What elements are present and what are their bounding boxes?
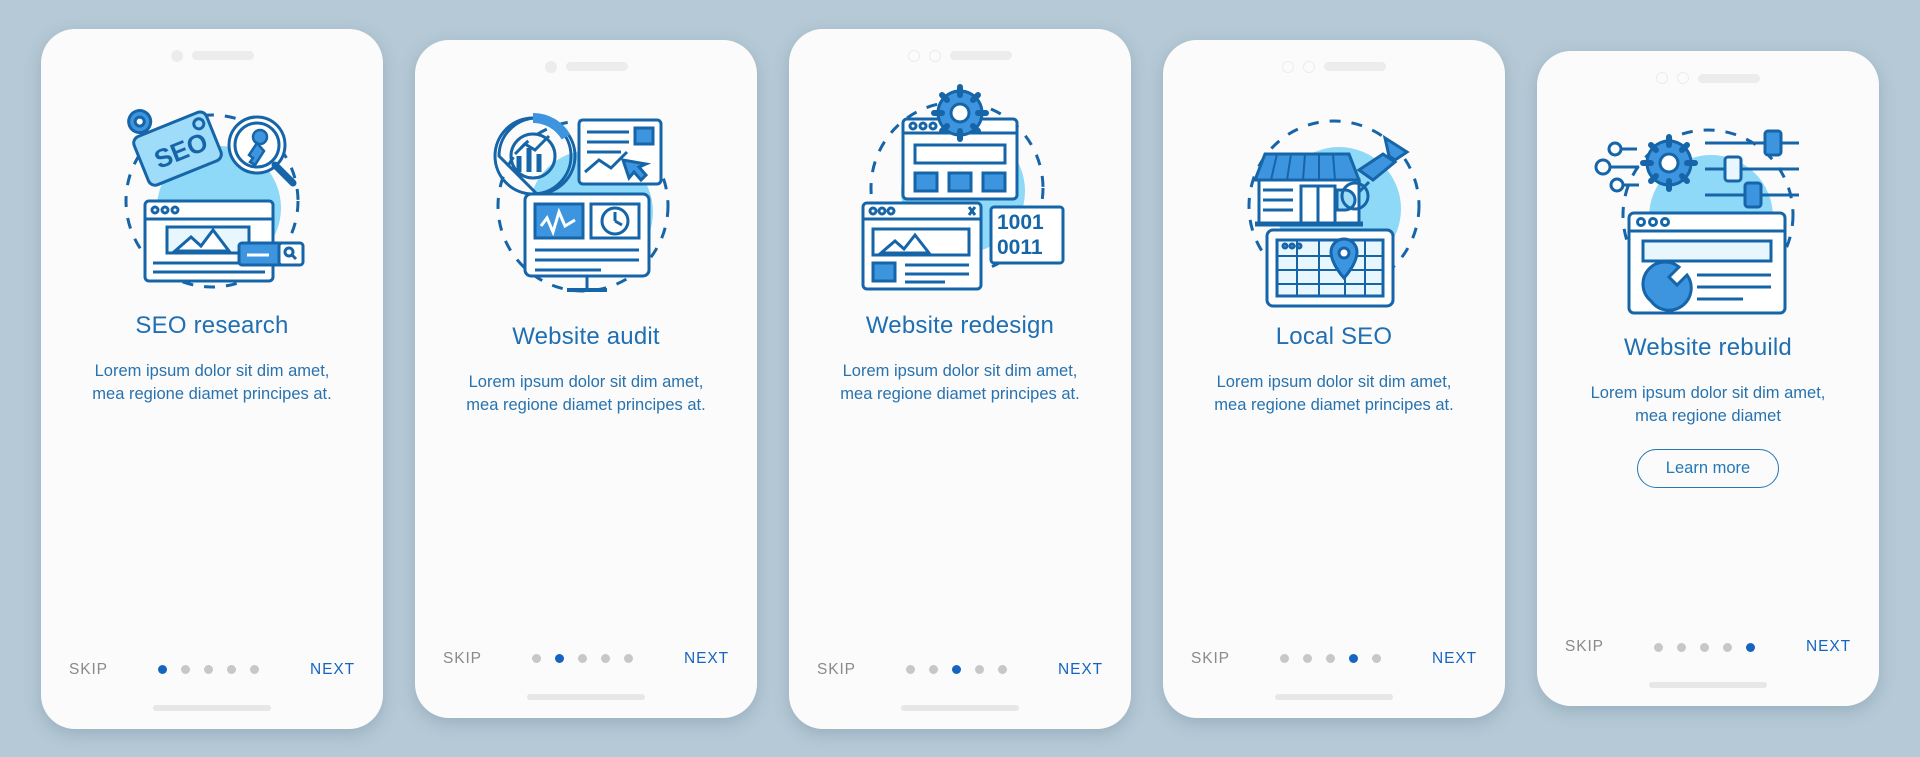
pagination-dots [532, 654, 634, 663]
pagination-dot[interactable] [1372, 654, 1382, 663]
pagination-dot[interactable] [1349, 654, 1359, 663]
local-store-map-pin-icon [1219, 94, 1449, 309]
pagination-dots [1654, 642, 1756, 652]
phone-status-bar [41, 29, 383, 69]
card-description: Lorem ipsum dolor sit dim amet, mea regi… [1590, 384, 1826, 426]
speaker-bar-icon [950, 51, 1012, 60]
screen-content: 1001 0011 Website redesign Lorem ipsum d… [789, 69, 1131, 729]
pagination-dots [1280, 654, 1382, 663]
card-description: Lorem ipsum dolor sit dim amet, mea regi… [92, 361, 332, 403]
learn-more-button[interactable]: Learn more [1636, 448, 1780, 488]
next-button[interactable]: NEXT [1806, 638, 1851, 656]
pagination-dot[interactable] [181, 665, 191, 674]
card-title: Website redesign [865, 311, 1055, 339]
card-title: Local SEO [1275, 322, 1393, 350]
pagination-dot[interactable] [975, 665, 985, 674]
skip-button[interactable]: SKIP [443, 650, 482, 668]
pagination-dot[interactable] [555, 654, 565, 663]
pagination-dot[interactable] [1326, 654, 1336, 663]
audit-chart-monitor-icon [471, 94, 701, 309]
home-indicator [901, 704, 1019, 711]
phone-status-bar [1537, 51, 1879, 91]
redesign-gear-binary-icon: 1001 0011 [845, 83, 1075, 298]
pagination-dot[interactable] [601, 654, 611, 663]
onboarding-nav: SKIP NEXT [811, 661, 1109, 679]
card-description: Lorem ipsum dolor sit dim amet, mea regi… [840, 361, 1080, 403]
next-button[interactable]: NEXT [684, 650, 729, 668]
onboarding-card-website-redesign: 1001 0011 Website redesign Lorem ipsum d… [789, 28, 1131, 729]
skip-button[interactable]: SKIP [1565, 638, 1604, 656]
seo-tag-key-icon: SEO [97, 83, 327, 298]
pagination-dot[interactable] [250, 665, 260, 674]
phone-status-bar [1163, 40, 1505, 80]
onboarding-card-seo-research: SEO SEO research Lorem ipsum dolor sit d… [41, 28, 383, 729]
screen-content: SEO SEO research Lorem ipsum dolor sit d… [41, 69, 383, 729]
onboarding-card-website-audit: Website audit Lorem ipsum dolor sit dim … [415, 39, 757, 718]
pagination-dot[interactable] [1677, 642, 1687, 652]
binary-line-2: 0011 [997, 236, 1043, 259]
pagination-dot[interactable] [624, 654, 634, 663]
skip-button[interactable]: SKIP [69, 661, 108, 679]
card-description: Lorem ipsum dolor sit dim amet, mea regi… [466, 372, 706, 414]
onboarding-nav: SKIP NEXT [63, 661, 361, 679]
speaker-bar-icon [1324, 62, 1386, 71]
skip-button[interactable]: SKIP [1191, 650, 1230, 668]
phone-status-bar [415, 40, 757, 80]
pagination-dot[interactable] [227, 665, 237, 674]
pagination-dots [906, 665, 1008, 674]
screen-content: Local SEO Lorem ipsum dolor sit dim amet… [1163, 80, 1505, 718]
pagination-dot[interactable] [158, 665, 168, 674]
binary-line-1: 1001 [997, 211, 1044, 234]
pagination-dot[interactable] [1303, 654, 1313, 663]
sensor-dot-icon [1677, 72, 1689, 84]
onboarding-nav: SKIP NEXT [437, 650, 735, 668]
home-indicator [1275, 693, 1393, 700]
card-title: Website rebuild [1624, 334, 1792, 361]
next-button[interactable]: NEXT [1058, 661, 1103, 679]
pagination-dot[interactable] [1654, 642, 1664, 652]
pagination-dot[interactable] [906, 665, 916, 674]
card-description: Lorem ipsum dolor sit dim amet, mea regi… [1214, 372, 1454, 414]
speaker-bar-icon [191, 51, 254, 60]
pagination-dot[interactable] [578, 654, 588, 663]
pagination-dot[interactable] [1723, 642, 1733, 652]
pagination-dots [158, 665, 260, 674]
onboarding-screens-board: SEO SEO research Lorem ipsum dolor sit d… [0, 0, 1920, 757]
pagination-dot[interactable] [1746, 642, 1756, 652]
sensor-dot-icon [1303, 60, 1315, 73]
skip-button[interactable]: SKIP [817, 661, 856, 679]
onboarding-nav: SKIP NEXT [1559, 638, 1857, 656]
sensor-dot-icon [929, 49, 941, 62]
next-button[interactable]: NEXT [1432, 650, 1477, 668]
onboarding-card-local-seo: Local SEO Lorem ipsum dolor sit dim amet… [1163, 39, 1505, 718]
speaker-bar-icon [565, 62, 628, 71]
pagination-dot[interactable] [1280, 654, 1290, 663]
card-title: SEO research [135, 311, 289, 339]
home-indicator [1649, 682, 1767, 688]
onboarding-card-website-rebuild: Website rebuild Lorem ipsum dolor sit di… [1537, 51, 1879, 706]
speaker-bar-icon [1698, 73, 1760, 83]
pagination-dot[interactable] [998, 665, 1008, 674]
card-title: Website audit [512, 322, 660, 350]
camera-dot-icon [170, 49, 183, 62]
pagination-dot[interactable] [532, 654, 542, 663]
camera-dot-icon [1656, 72, 1668, 84]
screen-content: Website rebuild Lorem ipsum dolor sit di… [1537, 91, 1879, 706]
pagination-dot[interactable] [952, 665, 962, 674]
screen-content: Website audit Lorem ipsum dolor sit dim … [415, 80, 757, 718]
onboarding-nav: SKIP NEXT [1185, 650, 1483, 668]
camera-dot-icon [544, 60, 557, 73]
home-indicator [153, 704, 271, 711]
pagination-dot[interactable] [929, 665, 939, 674]
next-button[interactable]: NEXT [310, 661, 355, 679]
camera-dot-icon [1282, 60, 1294, 73]
rebuild-gear-sliders-icon [1593, 105, 1823, 320]
home-indicator [527, 693, 645, 700]
pagination-dot[interactable] [1700, 642, 1710, 652]
camera-dot-icon [908, 49, 920, 62]
pagination-dot[interactable] [204, 665, 214, 674]
phone-status-bar [789, 29, 1131, 69]
